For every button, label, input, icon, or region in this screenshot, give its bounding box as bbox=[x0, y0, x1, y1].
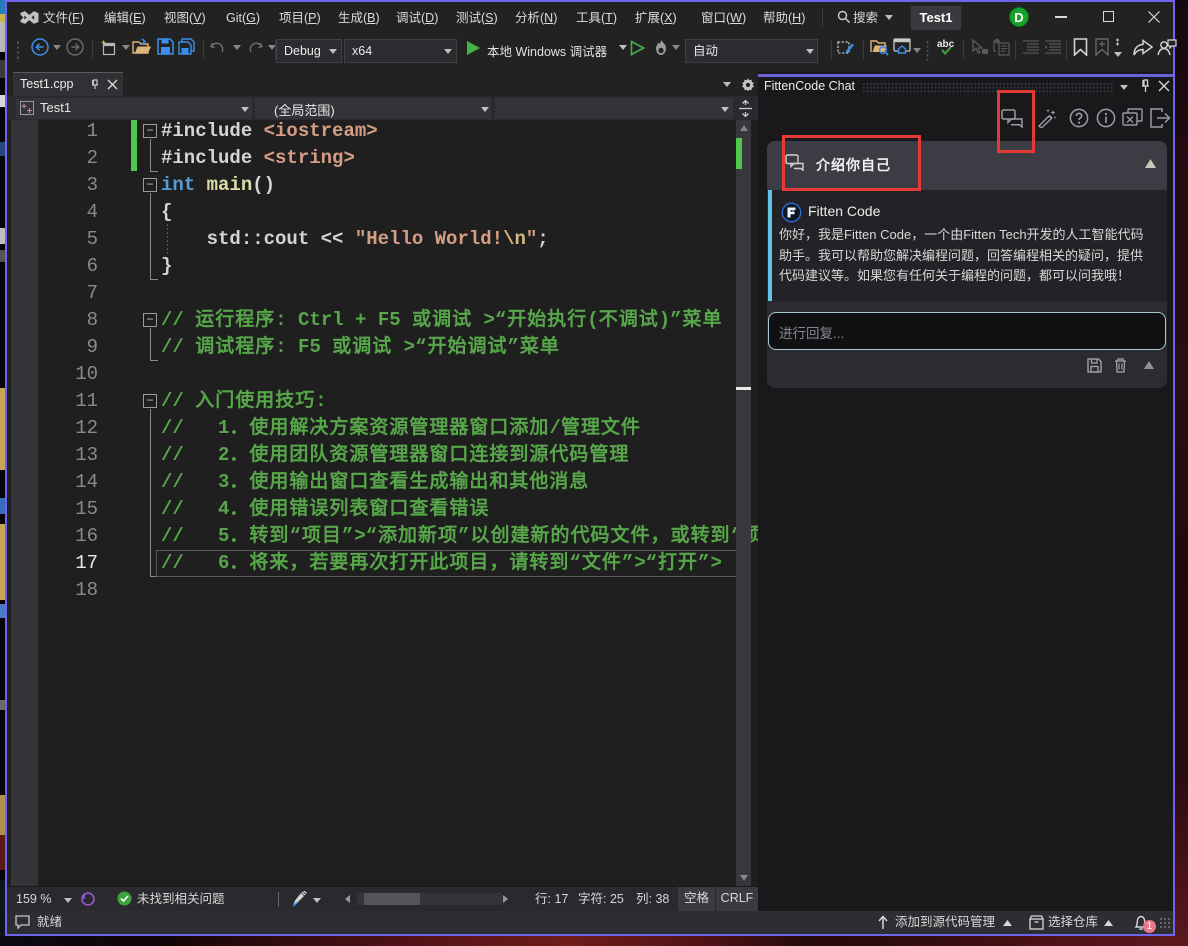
svg-text:abc: abc bbox=[937, 39, 955, 50]
